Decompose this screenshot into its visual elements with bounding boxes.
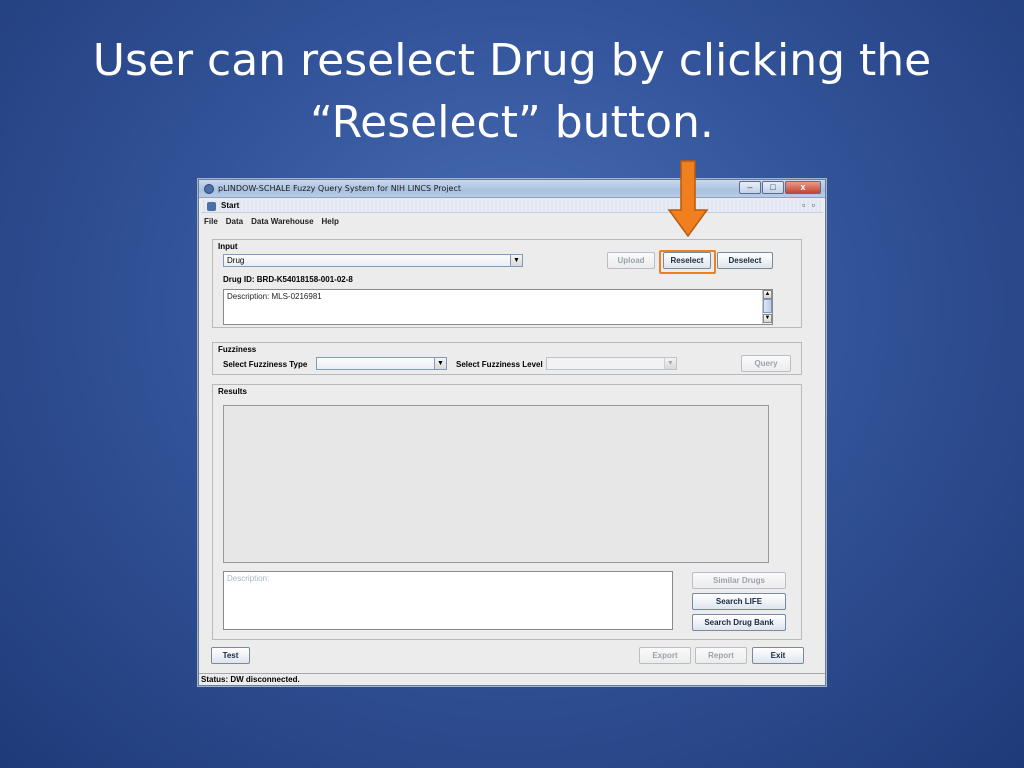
minimize-button[interactable]: – xyxy=(739,181,761,194)
maximize-button[interactable]: □ xyxy=(762,181,784,194)
upload-button[interactable]: Upload xyxy=(607,252,655,269)
chevron-down-icon[interactable]: ▼ xyxy=(664,358,676,369)
scroll-up-icon[interactable]: ▲ xyxy=(763,290,772,299)
chevron-down-icon[interactable]: ▼ xyxy=(434,358,446,369)
deselect-button[interactable]: Deselect xyxy=(717,252,773,269)
drug-combo-value: Drug xyxy=(227,256,245,265)
close-button[interactable]: x xyxy=(785,181,821,194)
similar-drugs-button[interactable]: Similar Drugs xyxy=(692,572,786,589)
window-controls: – □ x xyxy=(738,181,821,194)
results-list[interactable] xyxy=(223,405,769,563)
test-button[interactable]: Test xyxy=(211,647,250,664)
reselect-highlight-box xyxy=(659,250,716,274)
result-description-textarea[interactable]: Description: xyxy=(223,571,673,630)
fuzziness-panel: Fuzziness Select Fuzziness Type ▼ Select… xyxy=(212,342,802,375)
slide-title: User can reselect Drug by clicking the “… xyxy=(0,30,1024,154)
results-panel-label: Results xyxy=(218,387,247,396)
arrow-down-icon xyxy=(667,160,709,238)
report-button[interactable]: Report xyxy=(695,647,747,664)
menu-help[interactable]: Help xyxy=(321,217,340,226)
description-textarea[interactable]: Description: MLS-0216981 xyxy=(223,289,773,325)
app-window: pLINDOW-SCHALE Fuzzy Query System for NI… xyxy=(198,179,826,686)
drug-id-label: Drug ID: BRD-K54018158-001-02-8 xyxy=(223,275,353,284)
menu-data-warehouse[interactable]: Data Warehouse xyxy=(250,217,314,226)
menu-file[interactable]: File xyxy=(203,217,219,226)
inner-frame-titlebar[interactable]: Start ▫ ▫ xyxy=(201,200,823,213)
search-life-button[interactable]: Search LIFE xyxy=(692,593,786,610)
chevron-down-icon[interactable]: ▼ xyxy=(510,255,522,266)
input-panel-label: Input xyxy=(218,242,238,251)
description-scrollbar[interactable]: ▲ ▼ xyxy=(762,290,772,324)
fuzziness-level-combo[interactable]: ▼ xyxy=(546,357,677,370)
app-icon xyxy=(204,184,214,194)
window-title: pLINDOW-SCHALE Fuzzy Query System for NI… xyxy=(218,184,461,193)
fuzziness-type-combo[interactable]: ▼ xyxy=(316,357,447,370)
fuzziness-panel-label: Fuzziness xyxy=(218,345,257,354)
fuzziness-type-label: Select Fuzziness Type xyxy=(223,360,308,369)
slide-title-line-1: User can reselect Drug by clicking the xyxy=(92,35,932,86)
status-bar: Status: DW disconnected. xyxy=(199,673,825,685)
query-button[interactable]: Query xyxy=(741,355,791,372)
export-button[interactable]: Export xyxy=(639,647,691,664)
scroll-thumb[interactable] xyxy=(763,299,772,313)
inner-frame-controls[interactable]: ▫ ▫ xyxy=(802,200,817,210)
search-drug-bank-button[interactable]: Search Drug Bank xyxy=(692,614,786,631)
window-titlebar[interactable]: pLINDOW-SCHALE Fuzzy Query System for NI… xyxy=(199,180,825,198)
input-panel: Input Drug ▼ Upload Reselect Deselect Dr… xyxy=(212,239,802,328)
results-panel: Results Description: Similar Drugs Searc… xyxy=(212,384,802,640)
scroll-down-icon[interactable]: ▼ xyxy=(763,314,772,323)
frame-icon xyxy=(207,202,216,211)
menu-data[interactable]: Data xyxy=(225,217,244,226)
inner-frame-title: Start xyxy=(221,201,240,210)
menubar: File Data Data Warehouse Help xyxy=(203,217,340,226)
slide-title-line-2: “Reselect” button. xyxy=(310,97,714,148)
drug-combo[interactable]: Drug ▼ xyxy=(223,254,523,267)
exit-button[interactable]: Exit xyxy=(752,647,804,664)
fuzziness-level-label: Select Fuzziness Level xyxy=(456,360,543,369)
